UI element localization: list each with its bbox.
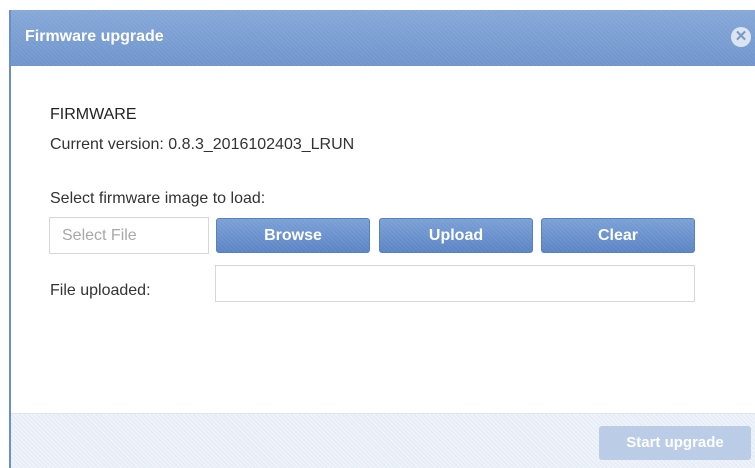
firmware-upgrade-dialog: Firmware upgrade ✕ FIRMWARE Current vers… [9,10,755,468]
current-version-label: Current version: [50,136,164,153]
section-title: FIRMWARE [50,106,137,123]
start-upgrade-button[interactable]: Start upgrade [599,426,751,460]
current-version-value: 0.8.3_2016102403_LRUN [168,136,355,153]
close-icon[interactable]: ✕ [731,27,751,47]
dialog-titlebar: Firmware upgrade ✕ [11,10,755,66]
select-file-input[interactable] [49,217,209,254]
file-uploaded-field [215,265,695,302]
dialog-title: Firmware upgrade [25,28,164,45]
select-firmware-label: Select firmware image to load: [50,190,266,207]
upload-button[interactable]: Upload [379,218,533,253]
file-uploaded-label: File uploaded: [50,282,151,299]
current-version: Current version: 0.8.3_2016102403_LRUN [50,136,354,154]
clear-button[interactable]: Clear [541,218,695,253]
browse-button[interactable]: Browse [216,218,370,253]
